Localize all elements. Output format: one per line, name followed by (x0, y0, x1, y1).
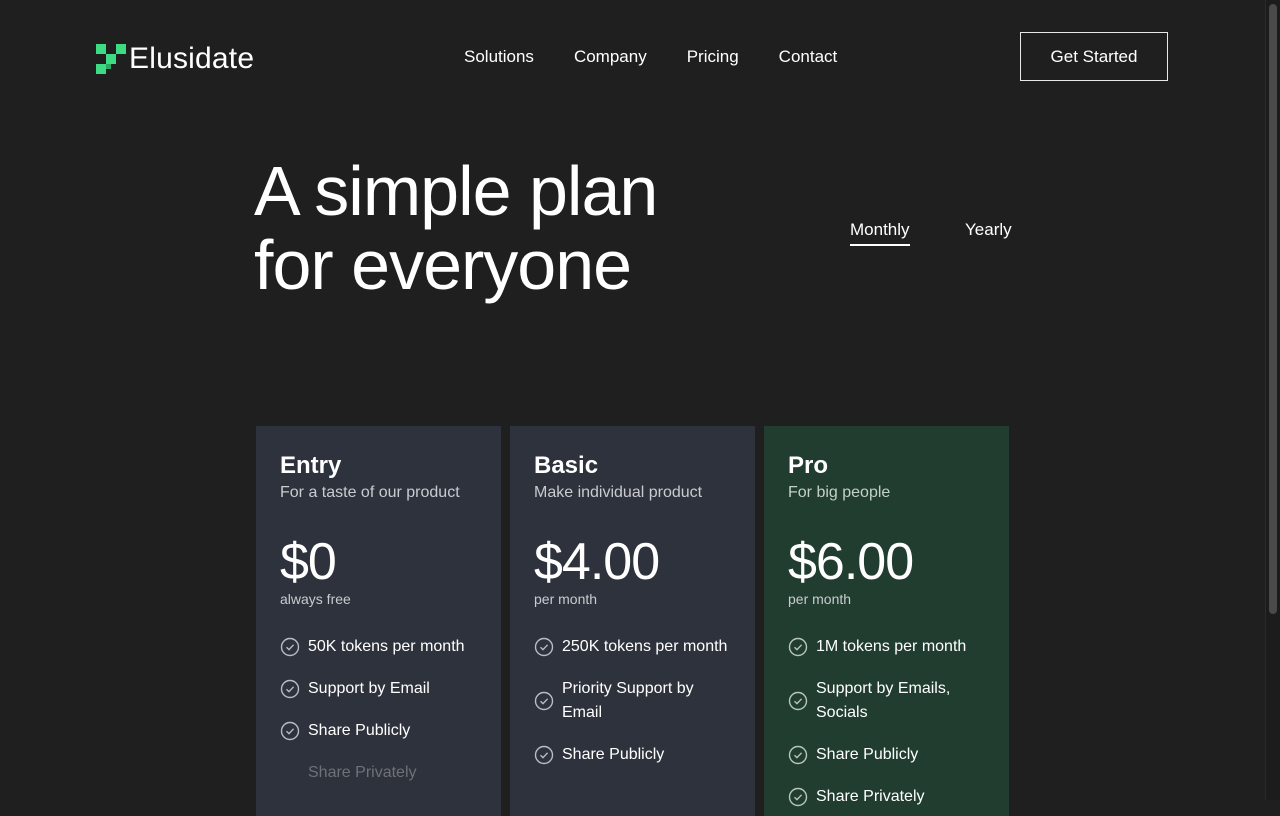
plan-card-pro: Pro For big people $6.00 per month 1M to… (764, 426, 1009, 816)
feature-text: 250K tokens per month (562, 638, 728, 655)
feature-item: Share Privately (788, 785, 985, 809)
check-circle-icon (788, 745, 808, 765)
feature-item: Priority Support by Email (534, 677, 731, 725)
check-circle-icon (788, 691, 808, 711)
feature-item: Support by Email (280, 677, 477, 701)
feature-list: 50K tokens per month Support by Email Sh… (280, 635, 477, 785)
feature-item: 250K tokens per month (534, 635, 731, 659)
plan-name: Basic (534, 452, 599, 479)
feature-text: Share Publicly (816, 746, 919, 763)
check-circle-icon (280, 721, 300, 741)
feature-item: 1M tokens per month (788, 635, 985, 659)
plan-description: Make individual product (534, 484, 703, 501)
check-circle-icon (788, 637, 808, 657)
feature-text: Support by Email (308, 680, 430, 697)
plan-description: For a taste of our product (280, 484, 460, 501)
hero-line-1: A simple plan (254, 152, 658, 230)
plan-name: Entry (280, 452, 342, 479)
feature-list: 1M tokens per month Support by Emails, S… (788, 635, 985, 809)
feature-text: Priority Support by Email (562, 680, 694, 721)
nav-item-company[interactable]: Company (574, 47, 647, 67)
feature-text: Share Publicly (562, 746, 665, 763)
feature-text: 50K tokens per month (308, 638, 465, 655)
plan-period: per month (534, 591, 598, 607)
feature-item: Share Publicly (788, 743, 985, 767)
plan-card-entry: Entry For a taste of our product $0 alwa… (256, 426, 501, 816)
hero-heading: A simple plan for everyone (254, 152, 658, 304)
plan-period: always free (280, 591, 351, 607)
feature-list: 250K tokens per month Priority Support b… (534, 635, 731, 767)
check-circle-icon (788, 787, 808, 807)
plan-price: $0 (280, 533, 337, 591)
plan-name: Pro (788, 452, 829, 479)
check-circle-icon (280, 637, 300, 657)
nav-item-pricing[interactable]: Pricing (687, 47, 739, 67)
nav-item-contact[interactable]: Contact (779, 47, 838, 67)
feature-text: Share Privately (816, 788, 925, 805)
billing-toggle-monthly[interactable]: Monthly (850, 220, 910, 246)
feature-item: 50K tokens per month (280, 635, 477, 659)
main-nav: Solutions Company Pricing Contact (464, 47, 877, 67)
brand-name: Elusidate (129, 42, 255, 75)
nav-item-solutions[interactable]: Solutions (464, 47, 534, 67)
feature-item-disabled: Share Privately (280, 761, 477, 785)
get-started-button[interactable]: Get Started (1020, 32, 1168, 81)
feature-text: Support by Emails, Socials (816, 680, 951, 721)
feature-text: Share Publicly (308, 722, 411, 739)
plan-period: per month (788, 591, 852, 607)
check-circle-icon (534, 745, 554, 765)
check-circle-icon (534, 637, 554, 657)
plan-price: $6.00 (788, 533, 914, 591)
logo-mark-icon (96, 44, 126, 74)
hero-line-2: for everyone (254, 226, 632, 304)
brand-logo[interactable]: Elusidate (96, 42, 254, 76)
feature-item: Share Publicly (534, 743, 731, 767)
billing-toggle-yearly[interactable]: Yearly (965, 220, 1012, 240)
feature-text: 1M tokens per month (816, 638, 967, 655)
plan-card-basic: Basic Make individual product $4.00 per … (510, 426, 755, 816)
check-circle-icon (534, 691, 554, 711)
feature-text: Share Privately (308, 764, 417, 781)
plan-price: $4.00 (534, 533, 660, 591)
plan-description: For big people (788, 484, 891, 501)
check-circle-icon (280, 679, 300, 699)
scrollbar-thumb[interactable] (1269, 4, 1277, 614)
feature-item: Support by Emails, Socials (788, 677, 985, 725)
page-scrollbar[interactable] (1265, 0, 1280, 800)
feature-item: Share Publicly (280, 719, 477, 743)
